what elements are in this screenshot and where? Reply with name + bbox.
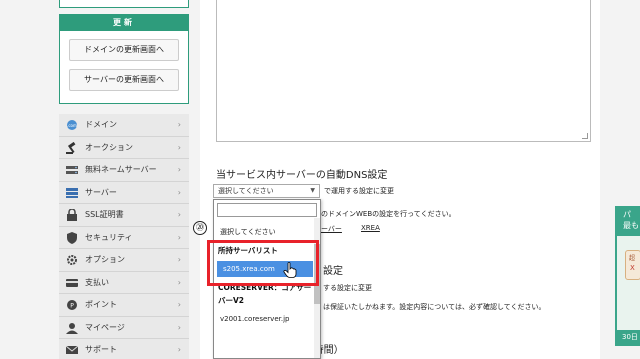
dropdown-group-coreserver-line2: バーV2 — [218, 296, 245, 305]
step-number-badge: ⑳ — [193, 221, 207, 235]
card-icon — [65, 277, 79, 289]
second-section-title: 設定 — [323, 266, 343, 277]
top-panel — [59, 0, 189, 8]
chevron-right-icon: › — [177, 232, 181, 242]
sidebar-item-label: SSL証明書 — [85, 210, 124, 219]
sidebar-item-payment[interactable]: 支払い › — [59, 271, 189, 294]
side-ad-banner[interactable]: パ 最も 超 X 30日 — [615, 206, 640, 346]
sidebar-item-point[interactable]: P ポイント › — [59, 294, 189, 317]
sidebar-item-auction[interactable]: オークション › — [59, 136, 189, 159]
page: 更新 ドメインの更新画面へ サーバーの更新画面へ .com ドメイン › オーク… — [0, 0, 640, 359]
side-ad-badge-icon: 超 X — [625, 250, 640, 280]
second-section-line2: は保証いたしかねます。設定内容については、必ず確認してください。 — [323, 303, 546, 311]
server-select-value: 選択してください — [218, 187, 274, 195]
dns-section-title: 当サービス内サーバーの自動DNS設定 — [216, 170, 388, 181]
side-ad-foot: 30日 — [617, 330, 640, 346]
update-panel: 更新 ドメインの更新画面へ サーバーの更新画面へ — [59, 14, 189, 104]
side-ad-head-line2: 最も — [623, 221, 639, 230]
chevron-down-icon: ▼ — [310, 187, 315, 194]
sidebar-item-nameserver[interactable]: 無料ネームサーバー › — [59, 159, 189, 182]
hand-cursor-icon — [283, 262, 297, 278]
sidebar-item-label: オークション — [85, 142, 133, 152]
svg-text:.com: .com — [67, 123, 77, 128]
resize-handle-icon[interactable] — [582, 133, 588, 139]
sidebar-item-domain[interactable]: .com ドメイン › — [59, 114, 189, 137]
gear-icon — [65, 254, 79, 266]
sidebar-item-label: セキュリティ — [85, 232, 133, 242]
sidebar-item-option[interactable]: オプション › — [59, 249, 189, 272]
chevron-right-icon: › — [177, 142, 181, 152]
sidebar-item-label: オプション — [85, 255, 125, 264]
second-section-line1: する設定に変更 — [323, 284, 372, 292]
nameserver-icon — [65, 164, 79, 176]
chevron-right-icon: › — [177, 187, 181, 197]
sidebar-item-label: 支払い — [85, 277, 109, 287]
shield-icon — [65, 231, 79, 244]
select-suffix-text: で運用する設定に変更 — [324, 187, 394, 195]
side-ad-head: パ 最も — [617, 206, 640, 236]
main-content: 当サービス内サーバーの自動DNS設定 選択してください ▼ で運用する設定に変更… — [200, 0, 600, 359]
dropdown-option-placeholder[interactable]: 選択してください — [214, 227, 314, 237]
sidebar-item-label: ドメイン — [85, 120, 117, 129]
sidebar: 更新 ドメインの更新画面へ サーバーの更新画面へ .com ドメイン › オーク… — [59, 0, 189, 359]
chevron-right-icon: › — [177, 345, 181, 354]
mail-icon — [65, 344, 79, 356]
chevron-right-icon: › — [177, 120, 181, 129]
side-ad-head-line1: パ — [623, 210, 631, 219]
xrea-link[interactable]: XREA — [361, 224, 380, 232]
gavel-icon — [65, 141, 79, 154]
chevron-right-icon: › — [177, 322, 181, 332]
sidebar-item-label: サポート — [85, 345, 117, 354]
ssl-lock-icon — [65, 208, 79, 221]
sidebar-item-server[interactable]: サーバー › — [59, 181, 189, 204]
sidebar-item-ssl[interactable]: SSL証明書 › — [59, 204, 189, 227]
sidebar-item-label: マイページ — [85, 322, 125, 332]
dotcom-icon: .com — [65, 119, 79, 131]
dropdown-search-input[interactable] — [217, 203, 317, 217]
sidebar-item-support[interactable]: サポート › — [59, 339, 189, 359]
server-icon — [65, 187, 79, 199]
svg-text:P: P — [70, 303, 74, 310]
chevron-right-icon: › — [177, 165, 181, 174]
server-select[interactable]: 選択してください ▼ — [213, 184, 320, 198]
side-ad-badge-top: 超 — [629, 255, 636, 262]
dropdown-option-coreserver[interactable]: v2001.coreserver.jp — [214, 315, 314, 323]
chevron-right-icon: › — [177, 255, 181, 264]
sidebar-menu: .com ドメイン › オークション › 無料ネームサーバー › サーバー › … — [59, 114, 189, 359]
web-note-text: のドメインWEBの設定を行ってください。 — [321, 210, 456, 218]
user-icon — [65, 322, 79, 334]
sidebar-item-label: サーバー — [85, 187, 117, 197]
chevron-right-icon: › — [177, 210, 181, 219]
sidebar-item-label: 無料ネームサーバー — [85, 165, 157, 174]
server-update-button[interactable]: サーバーの更新画面へ — [69, 69, 179, 91]
sidebar-item-mypage[interactable]: マイページ › — [59, 316, 189, 339]
highlight-annotation — [207, 240, 319, 286]
update-panel-header: 更新 — [60, 15, 188, 31]
point-icon: P — [65, 299, 79, 311]
server-link[interactable]: ーバー — [321, 224, 342, 234]
dropdown-scrollbar[interactable] — [314, 218, 320, 358]
chevron-right-icon: › — [177, 300, 181, 309]
chevron-right-icon: › — [177, 277, 181, 287]
domain-update-button[interactable]: ドメインの更新画面へ — [69, 39, 179, 61]
side-ad-badge-bottom: X — [630, 264, 635, 272]
sidebar-item-label: ポイント — [85, 300, 117, 309]
record-textarea[interactable] — [216, 0, 591, 142]
sidebar-item-security[interactable]: セキュリティ › — [59, 226, 189, 249]
